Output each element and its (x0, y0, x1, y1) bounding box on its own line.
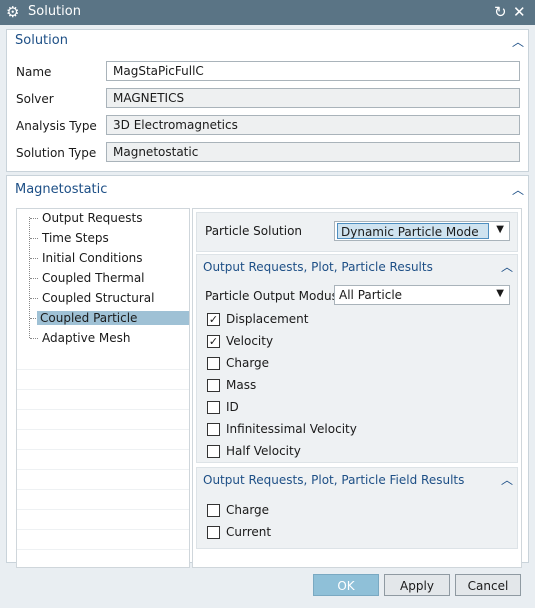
checkbox-label: Infinitessimal Velocity (226, 422, 357, 436)
solution-type-label: Solution Type (16, 146, 97, 160)
checkmark-icon: ✓ (207, 313, 220, 326)
checkbox-label: ID (226, 400, 239, 414)
solution-group: Solution ︿ Name MagStaPicFullC Solver MA… (6, 29, 529, 172)
tree-item-label: Output Requests (42, 211, 143, 225)
checkbox-label: Displacement (226, 312, 309, 326)
analysis-type-field: 3D Electromagnetics (106, 115, 520, 135)
tree-item-coupled-thermal[interactable]: Coupled Thermal (17, 269, 189, 289)
checkbox-label: Current (226, 525, 272, 539)
particle-solution-value: Dynamic Particle Mode (337, 223, 489, 239)
particle-solution-row: Particle Solution Dynamic Particle Mode … (196, 212, 518, 252)
tree-item-coupled-particle[interactable]: Coupled Particle (17, 309, 189, 329)
tree-item-initial-conditions[interactable]: Initial Conditions (17, 249, 189, 269)
solution-group-title: Solution (15, 33, 68, 48)
particle-solution-select[interactable]: Dynamic Particle Mode ▼ (334, 221, 510, 241)
solver-field: MAGNETICS (106, 88, 520, 108)
particle-output-modus-value: All Particle (339, 288, 403, 302)
magnetostatic-group: Magnetostatic ︿ Output Requests Time Ste… (6, 175, 529, 568)
checkmark-icon: ✓ (207, 335, 220, 348)
analysis-type-label: Analysis Type (16, 119, 97, 133)
name-field[interactable]: MagStaPicFullC (106, 61, 520, 81)
cancel-button[interactable]: Cancel (455, 574, 521, 596)
magnetostatic-group-title: Magnetostatic (15, 182, 108, 197)
checkbox-label: Mass (226, 378, 257, 392)
window-title: Solution (28, 4, 81, 19)
tree-item-adaptive-mesh[interactable]: Adaptive Mesh (17, 329, 189, 349)
solution-type-field: Magnetostatic (106, 142, 520, 162)
checkbox-label: Charge (226, 503, 270, 517)
tree-item-coupled-structural[interactable]: Coupled Structural (17, 289, 189, 309)
particle-results-title: Output Requests, Plot, Particle Results (203, 260, 433, 274)
chevron-up-icon[interactable]: ︿ (500, 473, 514, 487)
chevron-up-icon[interactable]: ︿ (511, 183, 525, 197)
particle-field-results-group: Output Requests, Plot, Particle Field Re… (196, 467, 518, 549)
reset-icon[interactable]: ↻ (494, 3, 507, 21)
properties-pane: Particle Solution Dynamic Particle Mode … (192, 208, 522, 568)
checkbox-label: Velocity (226, 334, 274, 348)
solution-tree: Output Requests Time Steps Initial Condi… (16, 208, 190, 568)
solver-label: Solver (16, 92, 54, 106)
tree-item-label: Time Steps (42, 231, 109, 245)
chevron-up-icon[interactable]: ︿ (500, 260, 514, 274)
checkbox-label: Charge (226, 356, 270, 370)
tree-item-label: Coupled Particle (37, 311, 189, 325)
particle-output-modus-select[interactable]: All Particle ▼ (334, 285, 510, 305)
gear-icon: ⚙ (6, 3, 20, 21)
tree-item-label: Adaptive Mesh (42, 331, 131, 345)
title-bar: ⚙ Solution ↻ ✕ (0, 0, 535, 25)
tree-item-label: Initial Conditions (42, 251, 143, 265)
dropdown-arrow-icon: ▼ (496, 288, 504, 299)
dropdown-arrow-icon: ▼ (496, 224, 504, 235)
particle-solution-label: Particle Solution (205, 224, 303, 238)
checkbox-label: Half Velocity (226, 444, 301, 458)
particle-field-results-title: Output Requests, Plot, Particle Field Re… (203, 473, 465, 487)
name-label: Name (16, 65, 52, 79)
tree-item-time-steps[interactable]: Time Steps (17, 229, 189, 249)
tree-item-output-requests[interactable]: Output Requests (17, 209, 189, 229)
chevron-up-icon[interactable]: ︿ (511, 35, 525, 49)
ok-button[interactable]: OK (313, 574, 379, 596)
particle-results-group: Output Requests, Plot, Particle Results … (196, 254, 518, 463)
close-icon[interactable]: ✕ (513, 3, 526, 21)
apply-button[interactable]: Apply (384, 574, 450, 596)
particle-output-modus-label: Particle Output Modus (205, 289, 338, 303)
tree-item-label: Coupled Thermal (42, 271, 145, 285)
tree-item-label: Coupled Structural (42, 291, 155, 305)
